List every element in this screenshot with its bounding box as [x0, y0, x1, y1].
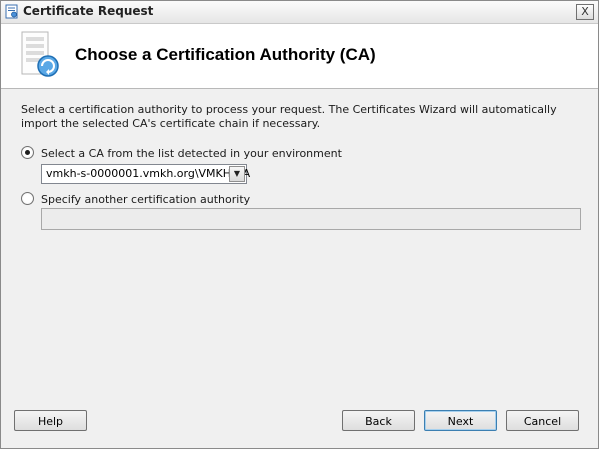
option-another-ca[interactable]: Specify another certification authority: [21, 192, 250, 206]
certificate-request-icon: [16, 30, 66, 80]
help-button[interactable]: Help: [14, 410, 87, 431]
certificate-window-icon: [5, 4, 19, 19]
title-bar[interactable]: Certificate Request X: [1, 1, 598, 24]
ca-select-value: vmkh-s-0000001.vmkh.org\VMKH-CA: [46, 167, 251, 180]
window-title: Certificate Request: [23, 4, 154, 18]
another-ca-input[interactable]: [41, 208, 581, 230]
option-detected-ca[interactable]: Select a CA from the list detected in yo…: [21, 146, 342, 160]
next-button[interactable]: Next: [424, 410, 497, 431]
chevron-down-icon[interactable]: ▼: [229, 166, 245, 182]
ca-select-dropdown[interactable]: vmkh-s-0000001.vmkh.org\VMKH-CA ▼: [41, 164, 251, 184]
cancel-button[interactable]: Cancel: [506, 410, 579, 431]
certificate-request-dialog: Certificate Request X Choose a Certifica…: [0, 0, 599, 449]
page-title: Choose a Certification Authority (CA): [75, 45, 376, 64]
back-button[interactable]: Back: [342, 410, 415, 431]
another-ca-label: Specify another certification authority: [41, 193, 251, 206]
detected-ca-label: Select a CA from the list detected in yo…: [41, 147, 342, 160]
another-ca-radio[interactable]: [21, 192, 34, 205]
wizard-header: Choose a Certification Authority (CA): [1, 24, 598, 89]
instructions-text: Select a certification authority to proc…: [21, 103, 557, 130]
detected-ca-radio[interactable]: [21, 146, 34, 159]
close-button[interactable]: X: [576, 4, 594, 20]
